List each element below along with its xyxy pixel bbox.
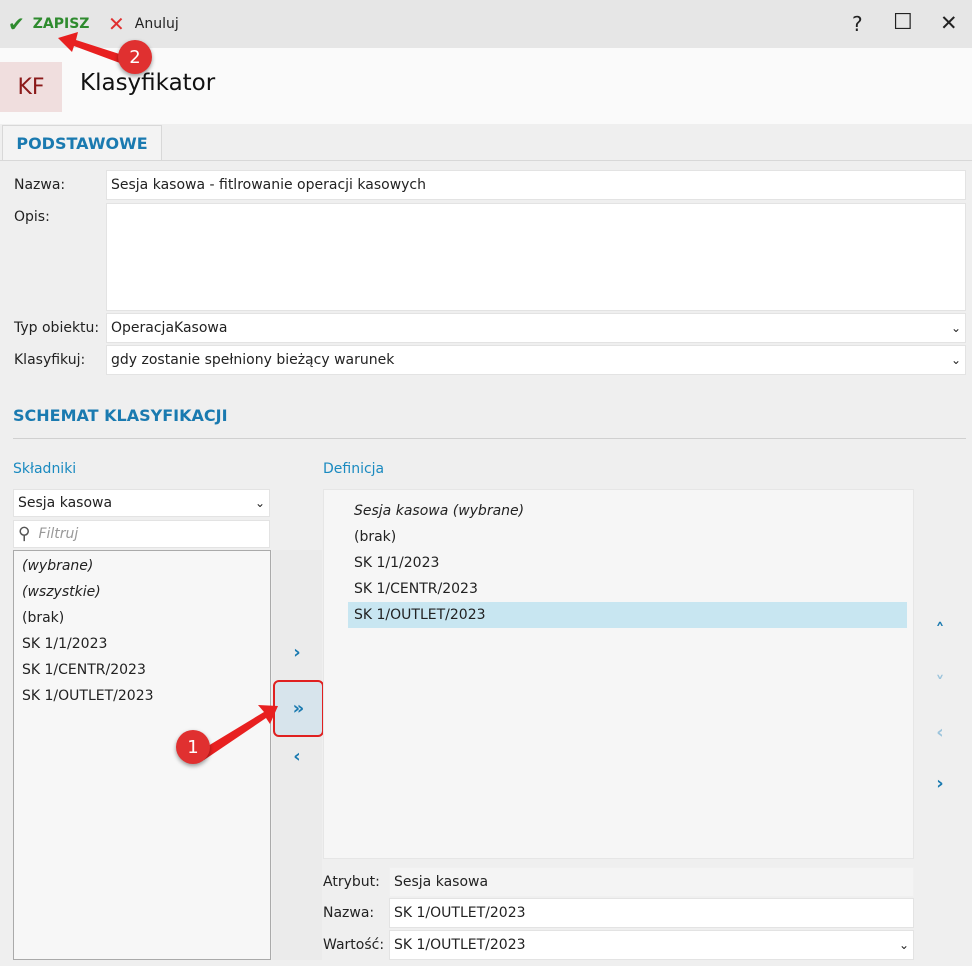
list-item[interactable]: SK 1/CENTR/2023 bbox=[14, 657, 270, 683]
maximize-button[interactable]: ☐ bbox=[893, 10, 913, 35]
value-select[interactable]: SK 1/OUTLET/2023 ⌄ bbox=[389, 930, 914, 960]
type-label: Typ obiektu: bbox=[14, 320, 100, 336]
cancel-button[interactable]: ✕ Anuluj bbox=[108, 12, 179, 36]
attr-label: Atrybut: bbox=[323, 874, 380, 890]
list-item[interactable]: SK 1/CENTR/2023 bbox=[348, 576, 907, 602]
list-item[interactable]: SK 1/1/2023 bbox=[14, 631, 270, 657]
components-select[interactable]: Sesja kasowa ⌄ bbox=[13, 489, 270, 517]
tab-podstawowe[interactable]: PODSTAWOWE bbox=[2, 125, 162, 161]
def-name-label: Nazwa: bbox=[323, 905, 375, 921]
chevron-down-icon: ⌄ bbox=[254, 496, 265, 510]
section-title: SCHEMAT KLASYFIKACJI bbox=[13, 406, 228, 425]
name-input[interactable]: Sesja kasowa - fitlrowanie operacji kaso… bbox=[106, 170, 966, 200]
save-button[interactable]: ✔ ZAPISZ bbox=[8, 12, 89, 36]
close-button[interactable]: ✕ bbox=[940, 11, 958, 35]
object-badge: KF bbox=[0, 62, 62, 112]
remove-button[interactable]: ‹ bbox=[282, 746, 312, 767]
classify-label: Klasyfikuj: bbox=[14, 352, 86, 368]
desc-label: Opis: bbox=[14, 209, 50, 225]
annotation-badge-2: 2 bbox=[118, 40, 152, 74]
move-down-button[interactable]: ˅ bbox=[925, 673, 955, 694]
components-list[interactable]: (wybrane) (wszystkie) (brak) SK 1/1/2023 SK … bbox=[13, 550, 271, 960]
divider bbox=[0, 160, 972, 161]
search-icon: ⚲ bbox=[18, 524, 31, 544]
indent-button[interactable]: › bbox=[925, 773, 955, 794]
list-item[interactable]: (wybrane) bbox=[14, 553, 270, 579]
definition-list[interactable]: Sesja kasowa (wybrane) (brak) SK 1/1/2023 S… bbox=[323, 489, 914, 859]
annotation-badge-1: 1 bbox=[176, 730, 210, 764]
x-icon: ✕ bbox=[108, 12, 125, 36]
attr-value: Sesja kasowa bbox=[389, 867, 914, 897]
divider bbox=[13, 438, 966, 439]
chevron-down-icon: ⌄ bbox=[950, 353, 961, 367]
list-item[interactable]: SK 1/OUTLET/2023 bbox=[348, 602, 907, 628]
list-item[interactable]: (brak) bbox=[348, 524, 907, 550]
add-button[interactable]: › bbox=[282, 642, 312, 663]
list-item[interactable]: SK 1/OUTLET/2023 bbox=[14, 683, 270, 709]
add-all-button[interactable]: » bbox=[273, 680, 324, 737]
help-button[interactable]: ? bbox=[852, 12, 863, 36]
list-item[interactable]: (brak) bbox=[14, 605, 270, 631]
name-label: Nazwa: bbox=[14, 177, 66, 193]
outdent-button[interactable]: ‹ bbox=[925, 722, 955, 743]
list-item[interactable]: (wszystkie) bbox=[14, 579, 270, 605]
check-icon: ✔ bbox=[8, 12, 25, 36]
definition-label: Definicja bbox=[323, 461, 385, 477]
list-item[interactable]: SK 1/1/2023 bbox=[348, 550, 907, 576]
classify-select[interactable]: gdy zostanie spełniony bieżący warunek ⌄ bbox=[106, 345, 966, 375]
list-item[interactable]: Sesja kasowa (wybrane) bbox=[348, 498, 907, 524]
type-select[interactable]: OperacjaKasowa ⌄ bbox=[106, 313, 966, 343]
chevron-down-icon: ⌄ bbox=[950, 321, 961, 335]
page-title: Klasyfikator bbox=[80, 70, 216, 96]
def-name-input[interactable]: SK 1/OUTLET/2023 bbox=[389, 898, 914, 928]
chevron-down-icon: ⌄ bbox=[898, 938, 909, 952]
desc-textarea[interactable] bbox=[106, 203, 966, 311]
move-up-button[interactable]: ˄ bbox=[925, 620, 955, 641]
filter-input[interactable]: ⚲ Filtruj bbox=[13, 520, 270, 548]
components-label: Składniki bbox=[13, 461, 77, 477]
value-label: Wartość: bbox=[323, 937, 385, 953]
